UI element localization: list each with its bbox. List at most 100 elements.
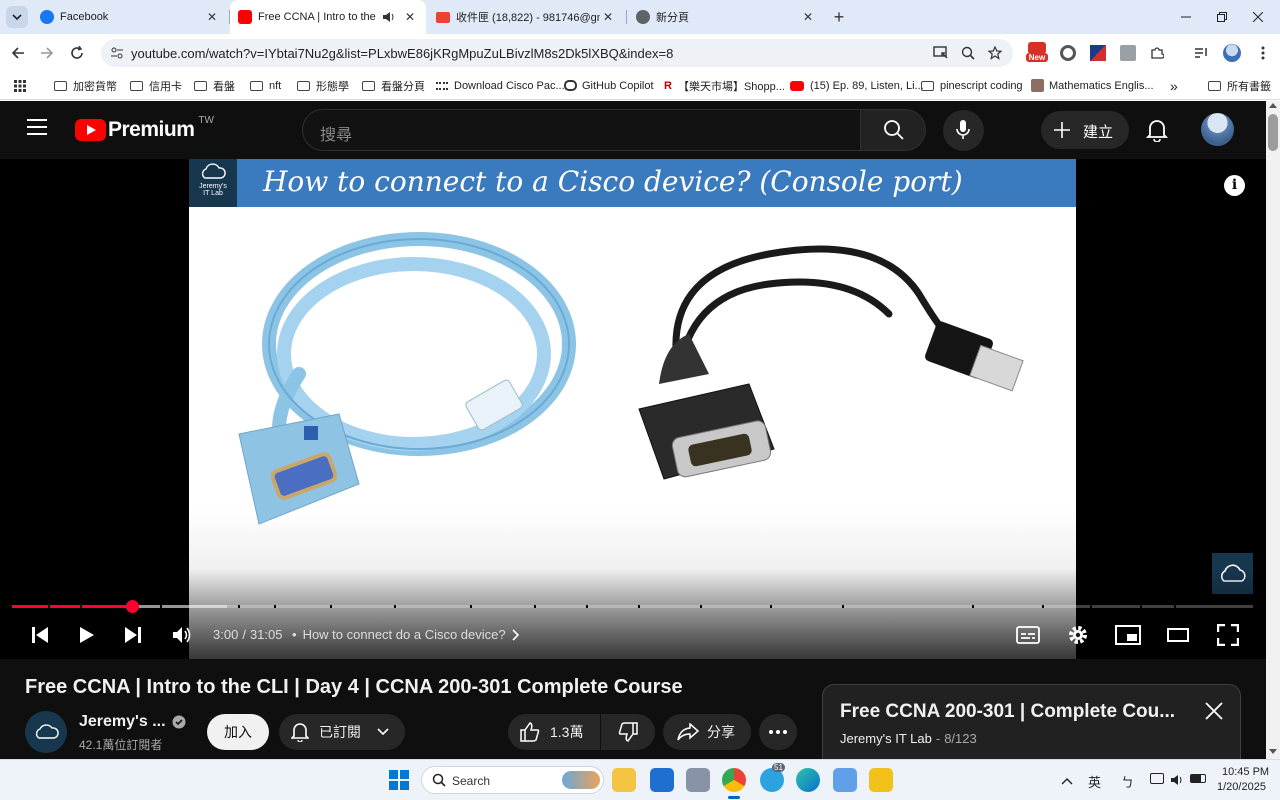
notifications-button[interactable] bbox=[1145, 118, 1170, 143]
bookmark-link[interactable]: R 【樂天市場】Shopp... bbox=[664, 77, 785, 94]
create-button[interactable]: 建立 bbox=[1041, 111, 1129, 149]
dislike-button[interactable] bbox=[601, 714, 655, 750]
play-button[interactable] bbox=[74, 622, 100, 648]
video-info-button[interactable]: i bbox=[1224, 175, 1245, 196]
ime-mode[interactable]: ㄅ bbox=[1121, 772, 1134, 791]
bookmark-star-icon[interactable] bbox=[988, 46, 1002, 60]
bookmark-folder[interactable]: pinescript coding bbox=[921, 77, 1023, 94]
more-actions-button[interactable] bbox=[759, 714, 797, 750]
minimize-button[interactable] bbox=[1172, 0, 1200, 34]
scrubber-handle[interactable] bbox=[125, 600, 139, 613]
bookmark-folder[interactable]: nft bbox=[250, 77, 281, 94]
guide-menu-button[interactable] bbox=[26, 119, 50, 143]
playlist-channel[interactable]: Jeremy's IT Lab bbox=[840, 731, 932, 746]
extension-icon[interactable] bbox=[1120, 45, 1136, 61]
tab-gmail[interactable]: 收件匣 (18,822) - 981746@gma ✕ bbox=[428, 0, 624, 34]
channel-avatar[interactable] bbox=[25, 711, 67, 753]
fullscreen-button[interactable] bbox=[1215, 623, 1241, 647]
bookmark-link[interactable]: Download Cisco Pac... bbox=[436, 77, 565, 94]
bookmark-link[interactable]: Mathematics Englis... bbox=[1031, 77, 1154, 94]
playlist-title[interactable]: Free CCNA 200-301 | Complete Cou... bbox=[840, 701, 1175, 723]
bookmark-link[interactable]: (15) Ep. 89, Listen, Li... bbox=[790, 77, 924, 94]
extensions-button[interactable] bbox=[1144, 34, 1170, 71]
youtube-logo[interactable]: Premium TW bbox=[75, 115, 214, 143]
forward-button[interactable] bbox=[34, 34, 60, 71]
taskbar-search-box[interactable]: Search bbox=[421, 766, 604, 794]
close-window-button[interactable] bbox=[1244, 0, 1272, 34]
media-controls-button[interactable] bbox=[1188, 34, 1214, 71]
page-scrollbar[interactable] bbox=[1266, 101, 1280, 759]
share-button[interactable]: 分享 bbox=[663, 714, 751, 750]
profile-avatar[interactable] bbox=[1223, 44, 1241, 62]
scrollbar-down-arrow[interactable] bbox=[1269, 749, 1277, 754]
start-button[interactable] bbox=[389, 770, 409, 790]
subtitles-button[interactable] bbox=[1015, 623, 1041, 647]
search-input[interactable]: 搜尋 bbox=[302, 109, 861, 151]
scrollbar-thumb[interactable] bbox=[1268, 114, 1278, 151]
telegram-icon[interactable]: 51 bbox=[760, 763, 785, 792]
speaker-icon[interactable] bbox=[382, 11, 398, 23]
bookmark-folder[interactable]: 看盤分頁 bbox=[362, 77, 425, 94]
network-icon[interactable] bbox=[1150, 773, 1164, 784]
bookmark-folder[interactable]: 形態學 bbox=[297, 77, 349, 94]
install-app-icon[interactable] bbox=[933, 46, 949, 60]
show-hidden-icons-button[interactable] bbox=[1061, 772, 1073, 785]
close-icon[interactable]: ✕ bbox=[600, 10, 616, 24]
new-tab-button[interactable]: + bbox=[828, 6, 850, 28]
battery-icon[interactable] bbox=[1190, 774, 1206, 783]
mute-button[interactable] bbox=[170, 623, 194, 647]
edge-icon[interactable] bbox=[796, 768, 820, 792]
bookmark-folder[interactable]: 加密貨幣 bbox=[54, 77, 117, 94]
tab-search-button[interactable] bbox=[6, 6, 28, 28]
close-icon[interactable]: ✕ bbox=[800, 10, 816, 24]
restore-button[interactable] bbox=[1208, 0, 1236, 34]
channel-name[interactable]: Jeremy's ... bbox=[79, 713, 186, 731]
app-icon[interactable] bbox=[686, 768, 710, 792]
site-info-icon[interactable] bbox=[110, 46, 124, 60]
back-button[interactable] bbox=[5, 34, 31, 71]
reload-button[interactable] bbox=[64, 34, 90, 71]
chapter-title-button[interactable]: • How to connect do a Cisco device? bbox=[292, 627, 520, 642]
clock-time[interactable]: 10:45 PM bbox=[1222, 766, 1269, 778]
file-explorer-icon[interactable] bbox=[612, 768, 636, 792]
app-icon[interactable] bbox=[650, 768, 674, 792]
voice-search-button[interactable] bbox=[943, 110, 984, 151]
input-language[interactable]: 英 bbox=[1088, 772, 1101, 791]
next-button[interactable] bbox=[121, 623, 145, 647]
theater-mode-button[interactable] bbox=[1165, 623, 1191, 647]
close-icon[interactable]: ✕ bbox=[204, 10, 220, 24]
scrollbar-up-arrow[interactable] bbox=[1269, 103, 1277, 108]
extension-icon[interactable] bbox=[1060, 45, 1076, 61]
volume-icon[interactable] bbox=[1170, 773, 1184, 791]
like-button[interactable]: 1.3萬 bbox=[508, 714, 600, 750]
video-player[interactable]: Jeremy's IT Lab How to connect to a Cisc… bbox=[0, 159, 1266, 659]
tab-youtube[interactable]: Free CCNA | Intro to the CLI ✕ bbox=[230, 0, 426, 34]
flag-extension-icon[interactable] bbox=[1090, 45, 1106, 61]
bookmark-link[interactable]: GitHub Copilot bbox=[564, 77, 654, 94]
close-playlist-button[interactable] bbox=[1201, 698, 1227, 724]
zoom-icon[interactable] bbox=[961, 46, 975, 60]
clock-date[interactable]: 1/20/2025 bbox=[1217, 781, 1266, 793]
notepad-icon[interactable] bbox=[833, 768, 857, 792]
bookmarks-overflow[interactable]: » bbox=[1170, 77, 1178, 94]
all-bookmarks[interactable]: 所有書籤 bbox=[1208, 77, 1271, 94]
address-bar[interactable]: youtube.com/watch?v=IYbtai7Nu2g&list=PLx… bbox=[101, 39, 1013, 67]
progress-bar[interactable] bbox=[12, 600, 1253, 613]
search-button[interactable] bbox=[860, 109, 926, 151]
chrome-icon[interactable] bbox=[722, 768, 746, 792]
previous-button[interactable] bbox=[28, 623, 52, 647]
settings-button[interactable] bbox=[1066, 623, 1090, 647]
miniplayer-button[interactable] bbox=[1115, 623, 1141, 647]
apps-button[interactable] bbox=[14, 77, 26, 94]
bookmark-folder[interactable]: 看盤 bbox=[194, 77, 235, 94]
subscribed-button[interactable]: 已訂閱 bbox=[279, 714, 405, 750]
app-icon[interactable] bbox=[869, 768, 893, 792]
join-button[interactable]: 加入 bbox=[207, 714, 269, 750]
account-avatar[interactable] bbox=[1201, 113, 1234, 146]
tab-new-tab[interactable]: 新分頁 ✕ bbox=[628, 0, 824, 34]
bookmark-folder[interactable]: 信用卡 bbox=[130, 77, 182, 94]
close-icon[interactable]: ✕ bbox=[402, 10, 418, 24]
menu-button[interactable] bbox=[1250, 34, 1276, 71]
extension-new[interactable]: New bbox=[1026, 42, 1048, 64]
tab-facebook[interactable]: Facebook ✕ bbox=[32, 0, 228, 34]
